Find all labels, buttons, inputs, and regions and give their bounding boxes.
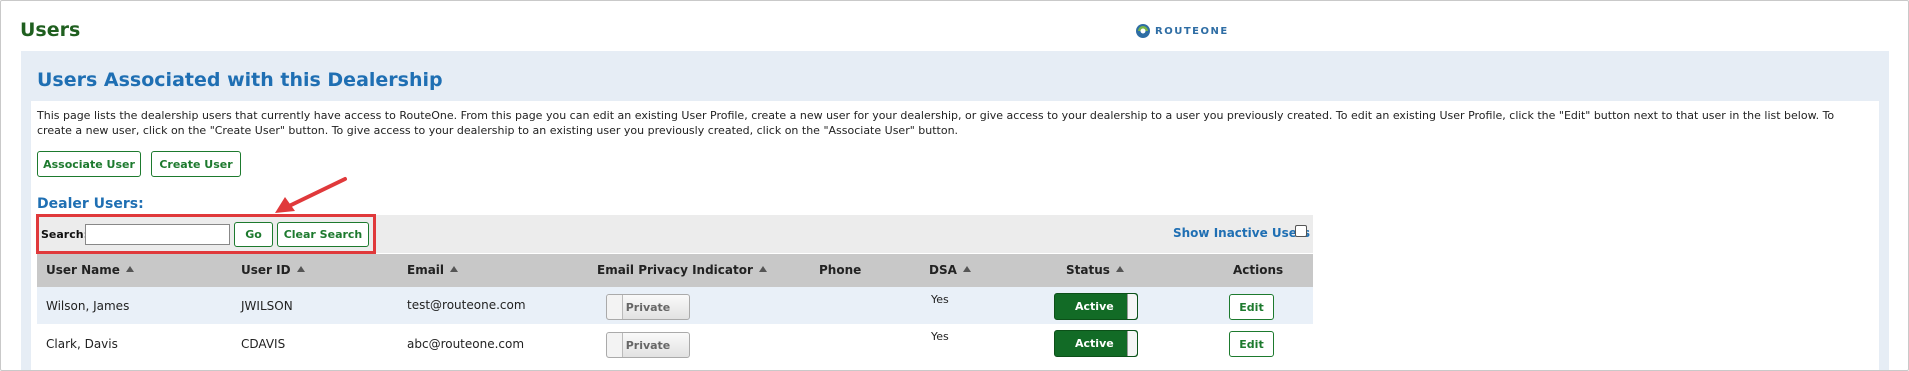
header-actions: Actions [1233,263,1284,277]
create-user-button[interactable]: Create User [151,151,241,177]
sort-ascending-icon [296,266,305,272]
sort-ascending-icon [962,266,971,272]
routeone-logo-icon [1136,24,1150,38]
toggle-knob [607,333,623,357]
app-window: Users ROUTEONE Users Associated with thi… [0,0,1909,371]
show-inactive-users-label: Show Inactive Users [1173,226,1310,240]
section-title: Users Associated with this Dealership [37,69,443,91]
header-dsa[interactable]: DSA [929,263,971,277]
header-email-privacy[interactable]: Email Privacy Indicator [597,263,767,277]
header-status[interactable]: Status [1066,263,1124,277]
cell-dsa: Yes [931,293,949,306]
status-label: Active [1075,300,1114,313]
status-toggle[interactable]: Active [1054,330,1138,357]
associate-user-button[interactable]: Associate User [37,151,141,177]
edit-button[interactable]: Edit [1229,331,1274,357]
cell-dsa: Yes [931,330,949,343]
status-toggle[interactable]: Active [1054,293,1138,320]
header-phone: Phone [819,263,862,277]
show-inactive-users-checkbox[interactable] [1295,225,1307,237]
toggle-knob [607,295,623,319]
toggle-knob [1127,294,1137,319]
sort-ascending-icon [125,266,134,272]
page-description: This page lists the dealership users tha… [37,109,1835,137]
sort-ascending-icon [450,266,459,272]
privacy-toggle[interactable]: Private [606,294,690,320]
sort-ascending-icon [758,266,767,272]
header-email[interactable]: Email [407,263,459,277]
toggle-knob [1127,331,1137,356]
annotation-highlight-box [36,214,376,254]
page-title: Users [20,19,81,41]
dealer-users-heading: Dealer Users: [37,196,144,212]
red-arrow-icon [275,177,347,213]
cell-user-id: JWILSON [241,299,293,313]
privacy-label: Private [625,300,671,314]
logo-text: ROUTEONE [1155,25,1229,37]
cell-user-name: Wilson, James [46,299,130,313]
header-user-name[interactable]: User Name [46,263,134,277]
privacy-toggle[interactable]: Private [606,332,690,358]
sort-ascending-icon [1115,266,1124,272]
header-user-id[interactable]: User ID [241,263,305,277]
cell-user-id: CDAVIS [241,337,286,351]
edit-button[interactable]: Edit [1229,294,1274,320]
cell-user-name: Clark, Davis [46,337,118,351]
privacy-label: Private [625,338,671,352]
cell-email: test@routeone.com [407,298,526,312]
cell-email: abc@routeone.com [407,337,525,351]
status-label: Active [1075,337,1114,350]
routeone-logo: ROUTEONE [1135,21,1229,41]
